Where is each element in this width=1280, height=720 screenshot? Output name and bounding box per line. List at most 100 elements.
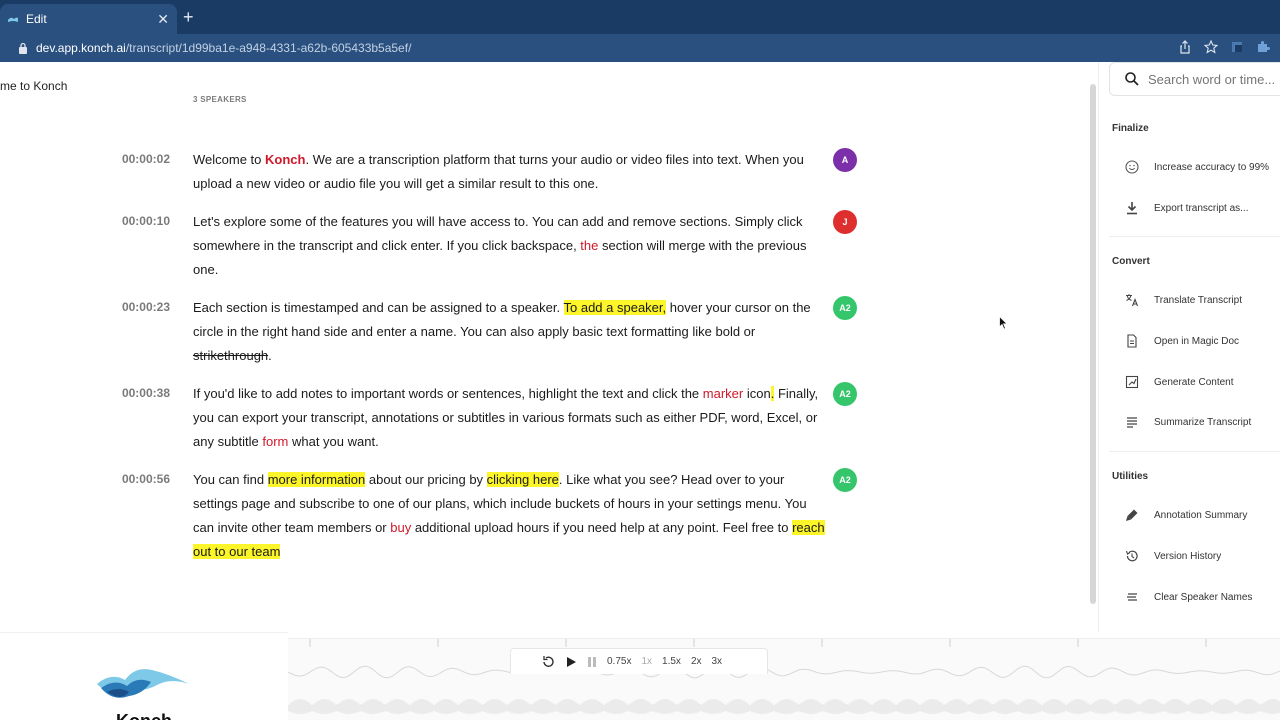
clear-lines-icon [1127,593,1137,601]
browser-tab[interactable]: Edit ✕ [0,4,177,34]
playback-controls: 0.75x 1x 1.5x 2x 3x [510,648,768,674]
transcript-sections: 00:00:02 Welcome to Konch. We are a trans… [100,148,870,578]
right-sidebar: Finalize Increase accuracy to 99% Export… [1098,62,1280,632]
generate-content-button[interactable]: Generate Content [1125,375,1234,389]
bottom-panel: Konch 0.75x 1x 1.5x 2x 3x [0,632,1280,720]
text-run: bold [715,324,741,339]
highlighted-text: To add a speaker, [563,300,667,315]
browser-addressbar: dev.app.konch.ai /transcript/1d99ba1e-a9… [0,34,1280,62]
sidebar-divider [1109,236,1280,237]
version-history-button[interactable]: Version History [1125,549,1221,563]
section-text[interactable]: Let's explore some of the features you w… [193,210,825,282]
annotation-summary-label: Annotation Summary [1154,509,1248,521]
url-path: /transcript/1d99ba1e-a948-4331-a62b-6054… [125,41,412,55]
highlighted-text: more information [267,472,366,487]
open-magic-doc-button[interactable]: Open in Magic Doc [1125,334,1239,348]
section-text[interactable]: Each section is timestamped and can be a… [193,296,825,368]
audio-waveform[interactable] [287,638,1280,720]
speaker-avatar[interactable]: A2 [833,296,857,320]
section-timestamp[interactable]: 00:00:56 [100,472,170,486]
text-run: buy [390,520,412,535]
tab-close-icon[interactable]: ✕ [157,11,169,28]
scrollbar-thumb[interactable] [1090,84,1096,604]
export-transcript-label: Export transcript as... [1154,202,1249,214]
convert-heading: Convert [1112,256,1150,267]
transcript-section[interactable]: 00:00:02 Welcome to Konch. We are a trans… [100,148,870,196]
open-magic-doc-label: Open in Magic Doc [1154,335,1240,347]
text-run: icon [743,386,771,401]
text-run: the [580,238,599,253]
extension-icon[interactable] [1230,40,1244,54]
section-timestamp[interactable]: 00:00:02 [100,152,170,166]
utilities-heading: Utilities [1112,471,1149,482]
export-transcript-button[interactable]: Export transcript as... [1125,201,1248,215]
speed-3-button[interactable]: 3x [712,656,723,667]
translate-transcript-button[interactable]: Translate Transcript [1125,293,1242,307]
smiley-icon [1125,160,1139,174]
increase-accuracy-button[interactable]: Increase accuracy to 99% [1125,160,1269,174]
page-title: me to Konch [0,79,68,93]
finalize-heading: Finalize [1112,123,1149,134]
play-icon[interactable] [565,656,577,668]
waveform-line [287,665,1280,679]
summarize-transcript-label: Summarize Transcript [1154,416,1252,428]
translate-icon [1126,294,1139,307]
search-input[interactable] [1148,71,1278,87]
transcript-section[interactable]: 00:00:23 Each section is timestamped and … [100,296,870,368]
text-run: what you want. [288,434,379,449]
clear-speaker-names-button[interactable]: Clear Speaker Names [1125,590,1252,604]
share-icon[interactable] [1178,40,1192,54]
new-tab-icon[interactable]: + [183,6,194,28]
speed-1-button[interactable]: 1x [641,656,652,667]
section-text[interactable]: If you'd like to add notes to important … [193,382,825,454]
search-box[interactable] [1109,62,1280,96]
transcript-section[interactable]: 00:00:10 Let's explore some of the featur… [100,210,870,282]
download-icon [1127,202,1137,215]
url-domain: dev.app.konch.ai [36,41,126,55]
sidebar-divider [1109,451,1280,452]
transcript-section[interactable]: 00:00:56 You can find more information ab… [100,468,870,564]
generate-icon [1125,375,1139,389]
logo-panel: Konch [0,632,288,720]
speakers-count: 3 SPEAKERS [193,95,247,104]
bookmark-star-icon[interactable] [1203,39,1219,54]
text-run: . [268,348,272,363]
document-icon [1127,334,1137,348]
speed-075-button[interactable]: 0.75x [607,656,631,667]
mouse-cursor-icon [999,316,1008,330]
waveform-graphic [287,639,1280,714]
summarize-transcript-button[interactable]: Summarize Transcript [1125,415,1251,429]
transcript-section[interactable]: 00:00:38 If you'd like to add notes to im… [100,382,870,454]
url-field[interactable]: dev.app.konch.ai /transcript/1d99ba1e-a9… [8,37,1168,59]
rewind-icon[interactable] [541,655,555,669]
speaker-avatar[interactable]: A2 [833,468,857,492]
waveform-bars [287,699,1280,714]
konch-logo-icon [97,669,189,698]
speaker-avatar[interactable]: A [833,148,857,172]
konch-favicon-icon [8,17,18,22]
toolbar-icons [1178,39,1270,54]
transcript-scrollbar[interactable] [1088,62,1098,632]
section-text[interactable]: You can find more information about our … [193,468,825,564]
puzzle-icon[interactable] [1256,40,1270,54]
text-run: You can find [193,472,268,487]
speaker-avatar[interactable]: A2 [833,382,857,406]
speed-15-button[interactable]: 1.5x [662,656,681,667]
speaker-avatar[interactable]: J [833,210,857,234]
transcript-editor: me to Konch 3 SPEAKERS 00:00:02 Welcome t… [0,62,1280,720]
section-timestamp[interactable]: 00:00:38 [100,386,170,400]
section-timestamp[interactable]: 00:00:10 [100,214,170,228]
browser-tabbar: Edit ✕ + [0,0,1280,34]
logo-text: Konch [116,711,172,720]
text-run: form [262,434,289,449]
text-run: about our pricing by [365,472,487,487]
pause-icon[interactable] [587,656,597,668]
section-timestamp[interactable]: 00:00:23 [100,300,170,314]
lock-icon [19,42,27,54]
section-text[interactable]: Welcome to Konch. We are a transcription… [193,148,825,196]
translate-transcript-label: Translate Transcript [1154,294,1242,306]
speed-2-button[interactable]: 2x [691,656,702,667]
text-run: additional upload hours if you need help… [411,520,793,535]
text-run: marker [702,386,744,401]
annotation-summary-button[interactable]: Annotation Summary [1125,508,1247,522]
